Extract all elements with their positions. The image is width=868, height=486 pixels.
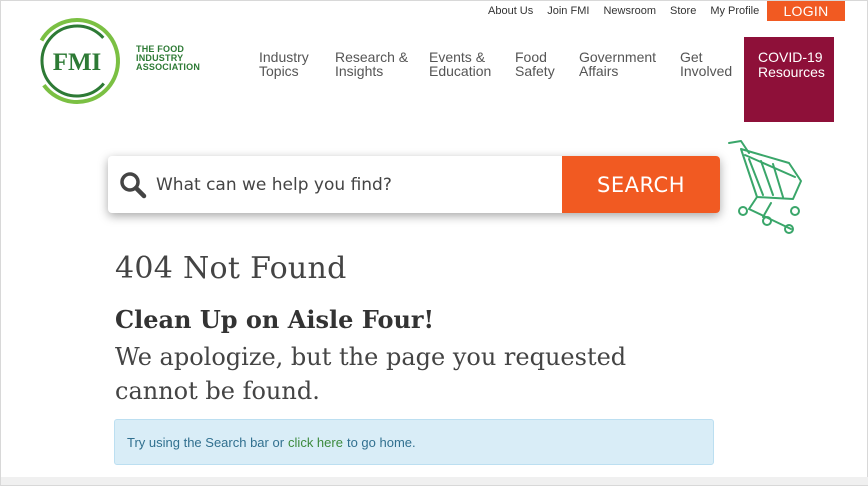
nav-covid-resources[interactable]: COVID-19 Resources: [744, 37, 834, 122]
nav-research-insights[interactable]: Research & Insights: [335, 50, 415, 78]
utility-link-about[interactable]: About Us: [488, 5, 533, 17]
nav-government-affairs[interactable]: Government Affairs: [579, 50, 669, 78]
fmi-logo[interactable]: FMI: [31, 15, 131, 107]
search-icon: [120, 171, 147, 198]
error-message: We apologize, but the page you requested…: [115, 343, 627, 405]
footer-strip: [1, 477, 868, 485]
logo-tagline: THE FOOD INDUSTRY ASSOCIATION: [136, 44, 201, 72]
help-alert: Try using the Search bar or click here t…: [114, 419, 714, 465]
utility-nav: About Us Join FMI Newsroom Store My Prof…: [481, 1, 766, 21]
utility-link-join[interactable]: Join FMI: [547, 5, 589, 17]
utility-link-newsroom[interactable]: Newsroom: [603, 5, 656, 17]
shopping-cart-icon: [728, 140, 802, 234]
search-button[interactable]: SEARCH: [562, 156, 720, 213]
help-text-after: to go home.: [346, 434, 416, 450]
search-input[interactable]: [154, 173, 553, 196]
nav-get-involved[interactable]: Get Involved: [680, 50, 740, 78]
utility-link-store[interactable]: Store: [670, 5, 696, 17]
login-button[interactable]: LOGIN: [767, 1, 845, 21]
home-link[interactable]: click here: [288, 435, 343, 450]
utility-link-profile[interactable]: My Profile: [710, 5, 759, 17]
nav-food-safety[interactable]: Food Safety: [515, 50, 565, 78]
search-bar: SEARCH: [108, 156, 720, 213]
page-title: 404 Not Found: [115, 251, 347, 286]
error-subhead: Clean Up on Aisle Four!: [115, 305, 435, 334]
help-text-before: Try using the Search bar or: [127, 434, 285, 450]
nav-industry-topics[interactable]: Industry Topics: [259, 50, 319, 78]
nav-events-education[interactable]: Events & Education: [429, 50, 499, 78]
logo-mark: FMI: [53, 49, 102, 76]
